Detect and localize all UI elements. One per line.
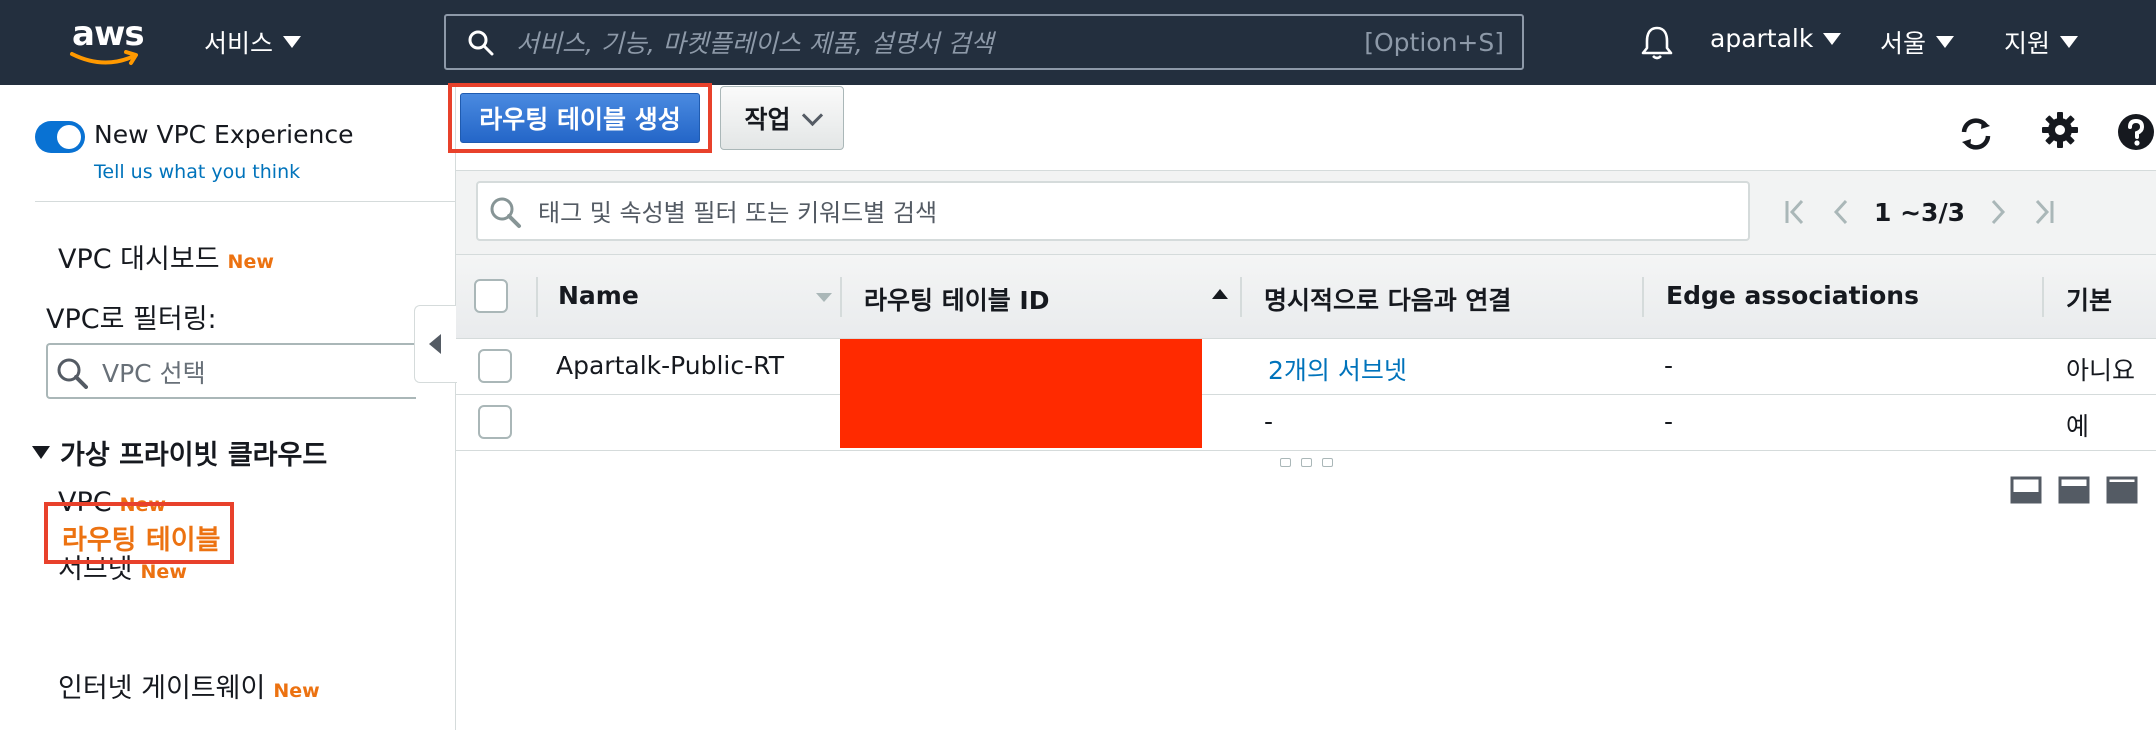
chevron-down-icon <box>801 104 823 126</box>
new-badge: New <box>273 680 320 702</box>
sidebar-item-route-tables[interactable]: 라우팅 테이블 <box>44 502 234 564</box>
new-vpc-experience-toggle[interactable] <box>35 121 85 153</box>
support-label: 지원 <box>2004 29 2051 58</box>
column-divider <box>840 277 842 317</box>
column-divider <box>1240 277 1242 317</box>
row-checkbox[interactable] <box>478 405 512 439</box>
region-menu[interactable]: 서울 <box>1880 24 1955 60</box>
cell-name: Apartalk-Public-RT <box>556 351 784 380</box>
feedback-link[interactable]: Tell us what you think <box>94 161 300 183</box>
bell-icon[interactable] <box>1640 24 1674 60</box>
search-shortcut-hint: [Option+S] <box>1364 28 1504 57</box>
new-badge: New <box>227 251 274 273</box>
search-icon <box>468 30 494 56</box>
sidebar-item-label: 인터넷 게이트웨이 <box>58 673 266 704</box>
section-virtual-private-cloud[interactable]: 가상 프라이빗 클라우드 <box>32 433 327 472</box>
help-icon[interactable] <box>2116 112 2156 152</box>
column-header-name[interactable]: Name <box>558 281 639 310</box>
vpc-select-input[interactable] <box>100 353 404 393</box>
column-divider <box>2042 277 2044 317</box>
cell-edge-associations: - <box>1664 407 1674 436</box>
column-header-main[interactable]: 기본 <box>2066 281 2112 317</box>
next-page-icon[interactable] <box>1983 197 2011 227</box>
first-page-icon[interactable] <box>1782 197 1810 227</box>
column-divider <box>1642 277 1644 317</box>
actions-dropdown-button[interactable]: 작업 <box>720 86 844 150</box>
create-route-table-button[interactable]: 라우팅 테이블 생성 <box>460 93 700 143</box>
redacted-route-table-ids <box>840 339 1202 448</box>
actions-label: 작업 <box>744 105 791 134</box>
toggle-label: New VPC Experience <box>94 120 354 149</box>
pagination: 1 ~3/3 <box>1782 197 2057 227</box>
aws-logo-text: aws <box>72 14 145 54</box>
navigation-sidebar: New VPC Experience Tell us what you thin… <box>0 85 457 730</box>
table-row[interactable]: - - 예 <box>456 395 2156 451</box>
cell-main: 예 <box>2066 412 2090 441</box>
services-menu[interactable]: 서비스 <box>204 24 302 60</box>
cell-edge-associations: - <box>1664 351 1674 380</box>
column-divider <box>536 277 538 317</box>
aws-smile-icon <box>70 50 138 65</box>
sidebar-item-label: VPC 대시보드 <box>58 244 220 275</box>
table-header: Name 라우팅 테이블 ID 명시적으로 다음과 연결 Edge associ… <box>456 254 2156 339</box>
last-page-icon[interactable] <box>2029 197 2057 227</box>
top-navigation-bar: aws 서비스 [Option+S] apartalk 서울 지원 <box>0 0 2156 85</box>
cell-main: 아니요 <box>2066 356 2136 385</box>
table-filter-input[interactable] <box>536 193 1720 233</box>
sort-icon[interactable] <box>816 293 832 302</box>
gear-icon[interactable] <box>2040 110 2080 150</box>
pane-resize-handle[interactable] <box>1280 458 1333 467</box>
sidebar-item-vpc-dashboard[interactable]: VPC 대시보드 New <box>58 237 274 276</box>
table-filter-bar: 1 ~3/3 <box>456 170 2156 255</box>
table-filter[interactable] <box>476 181 1750 241</box>
resize-dot <box>1322 458 1333 467</box>
divider <box>35 201 455 202</box>
caret-down-icon <box>1936 36 1955 48</box>
pagination-range: 1 ~3/3 <box>1874 197 1965 227</box>
cell-explicit-associations-link[interactable]: 2개의 서브넷 <box>1268 351 1407 387</box>
column-header-edge-associations[interactable]: Edge associations <box>1666 281 1919 310</box>
create-button-highlight: 라우팅 테이블 생성 <box>448 83 712 153</box>
triangle-down-icon <box>32 446 50 459</box>
bottom-pane-layout-icon[interactable] <box>2010 476 2042 504</box>
aws-logo[interactable]: aws <box>68 14 145 70</box>
global-search-input[interactable] <box>514 16 1378 70</box>
refresh-icon[interactable] <box>1956 114 1996 154</box>
full-pane-layout-icon[interactable] <box>2106 476 2138 504</box>
account-label: apartalk <box>1710 24 1814 53</box>
vpc-filter-label: VPC로 필터링: <box>46 304 217 335</box>
services-label: 서비스 <box>204 29 274 58</box>
search-icon <box>490 197 521 228</box>
search-icon <box>57 358 88 389</box>
resize-dot <box>1301 458 1312 467</box>
global-search[interactable]: [Option+S] <box>444 14 1524 70</box>
row-checkbox[interactable] <box>478 349 512 383</box>
previous-page-icon[interactable] <box>1828 197 1856 227</box>
sort-ascending-icon[interactable] <box>1212 289 1228 299</box>
sidebar-item-internet-gateways[interactable]: 인터넷 게이트웨이 New <box>58 666 320 705</box>
column-header-explicit-associations[interactable]: 명시적으로 다음과 연결 <box>1264 281 1511 317</box>
account-menu[interactable]: apartalk <box>1710 24 1842 53</box>
cell-explicit-associations: - <box>1264 407 1274 436</box>
column-header-route-table-id[interactable]: 라우팅 테이블 ID <box>864 281 1049 317</box>
vpc-filter-select[interactable] <box>46 343 416 399</box>
caret-down-icon <box>2060 36 2079 48</box>
resize-dot <box>1280 458 1291 467</box>
caret-down-icon <box>1823 32 1842 45</box>
support-menu[interactable]: 지원 <box>2004 24 2079 60</box>
new-badge: New <box>140 561 187 583</box>
sidebar-item-label: 라우팅 테이블 <box>62 525 221 556</box>
section-title-label: 가상 프라이빗 클라우드 <box>60 440 328 471</box>
select-all-checkbox[interactable] <box>474 279 508 313</box>
caret-down-icon <box>283 36 302 48</box>
split-pane-layout-icon[interactable] <box>2058 476 2090 504</box>
table-row[interactable]: Apartalk-Public-RT 2개의 서브넷 - 아니요 <box>456 339 2156 395</box>
collapse-sidebar-button[interactable] <box>414 305 457 383</box>
region-label: 서울 <box>1880 29 1927 58</box>
